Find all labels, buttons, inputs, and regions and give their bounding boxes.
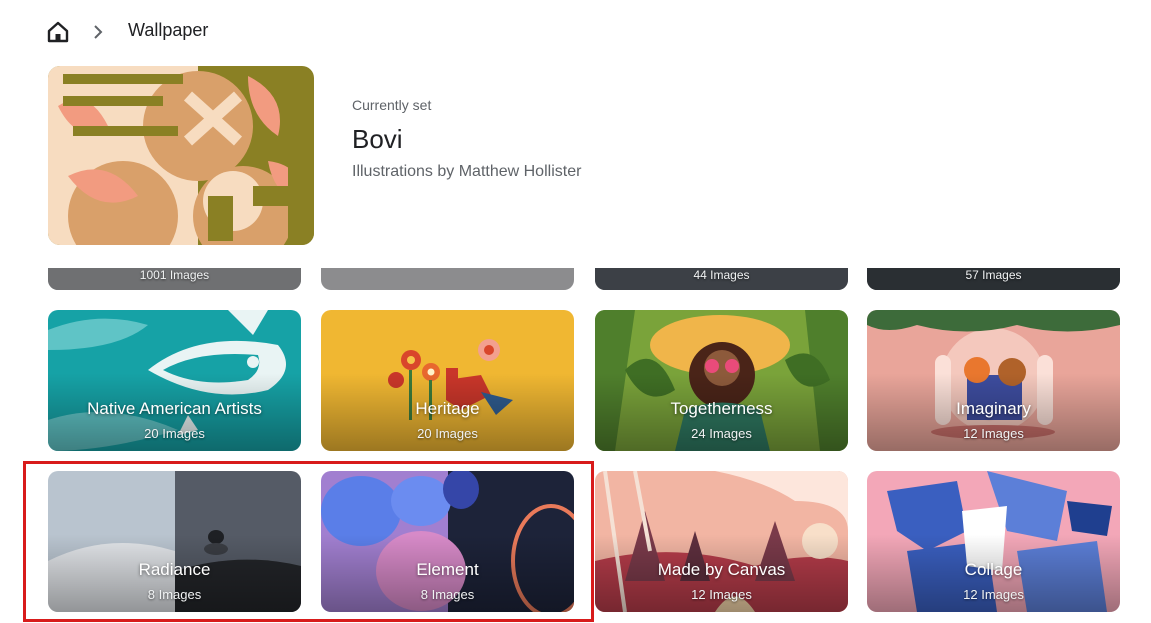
collection-name: Radiance bbox=[138, 560, 211, 579]
home-icon bbox=[47, 21, 69, 43]
collection-tile[interactable]: 57 Images bbox=[867, 268, 1120, 290]
collection-name: Heritage bbox=[415, 399, 480, 418]
collection-name: Native American Artists bbox=[87, 399, 262, 418]
collection-count: 12 Images bbox=[691, 587, 752, 602]
collection-count: 8 Images bbox=[420, 587, 475, 602]
collection-tile-native-american-artists[interactable]: Native American Artists 20 Images bbox=[48, 310, 301, 451]
collection-tile[interactable]: 1001 Images bbox=[48, 268, 301, 290]
collections-grid[interactable]: 1001 Images 44 Images 57 Images Native A… bbox=[0, 268, 1151, 623]
page-title: Wallpaper bbox=[128, 20, 209, 40]
currently-set-label: Currently set bbox=[352, 97, 432, 113]
collection-count: 1001 Images bbox=[139, 268, 210, 282]
collection-tile-imaginary[interactable]: Imaginary 12 Images bbox=[867, 310, 1120, 451]
collection-count: 12 Images bbox=[963, 587, 1024, 602]
collection-tile-collage[interactable]: Collage 12 Images bbox=[867, 471, 1120, 612]
collection-count: 20 Images bbox=[417, 426, 478, 441]
collection-tile-radiance[interactable]: Radiance 8 Images bbox=[48, 471, 301, 612]
collection-tile-made-by-canvas[interactable]: Made by Canvas 12 Images bbox=[595, 471, 848, 612]
collection-count: 20 Images bbox=[144, 426, 205, 441]
current-wallpaper-preview[interactable] bbox=[48, 66, 314, 245]
chevron-right-icon bbox=[94, 25, 103, 39]
collection-count: 44 Images bbox=[693, 268, 750, 282]
collection-name: Made by Canvas bbox=[657, 560, 786, 579]
home-button[interactable] bbox=[44, 19, 72, 45]
collection-count: 8 Images bbox=[147, 587, 202, 602]
current-wallpaper-name: Bovi bbox=[352, 124, 403, 154]
collection-count: 57 Images bbox=[965, 268, 1022, 282]
collection-name: Element bbox=[416, 560, 479, 579]
current-wallpaper-author: Illustrations by Matthew Hollister bbox=[352, 163, 582, 180]
collection-name: Collage bbox=[964, 560, 1023, 579]
collection-count: 12 Images bbox=[963, 426, 1024, 441]
collection-tile[interactable] bbox=[321, 268, 574, 290]
collection-name: Imaginary bbox=[956, 399, 1031, 418]
collection-tile[interactable]: 44 Images bbox=[595, 268, 848, 290]
collection-count: 24 Images bbox=[691, 426, 752, 441]
collection-tile-element[interactable]: Element 8 Images bbox=[321, 471, 574, 612]
collection-tile-heritage[interactable]: Heritage 20 Images bbox=[321, 310, 574, 451]
breadcrumb: Wallpaper bbox=[0, 0, 1151, 62]
collection-tile-togetherness[interactable]: Togetherness 24 Images bbox=[595, 310, 848, 451]
collection-name: Togetherness bbox=[670, 399, 773, 418]
